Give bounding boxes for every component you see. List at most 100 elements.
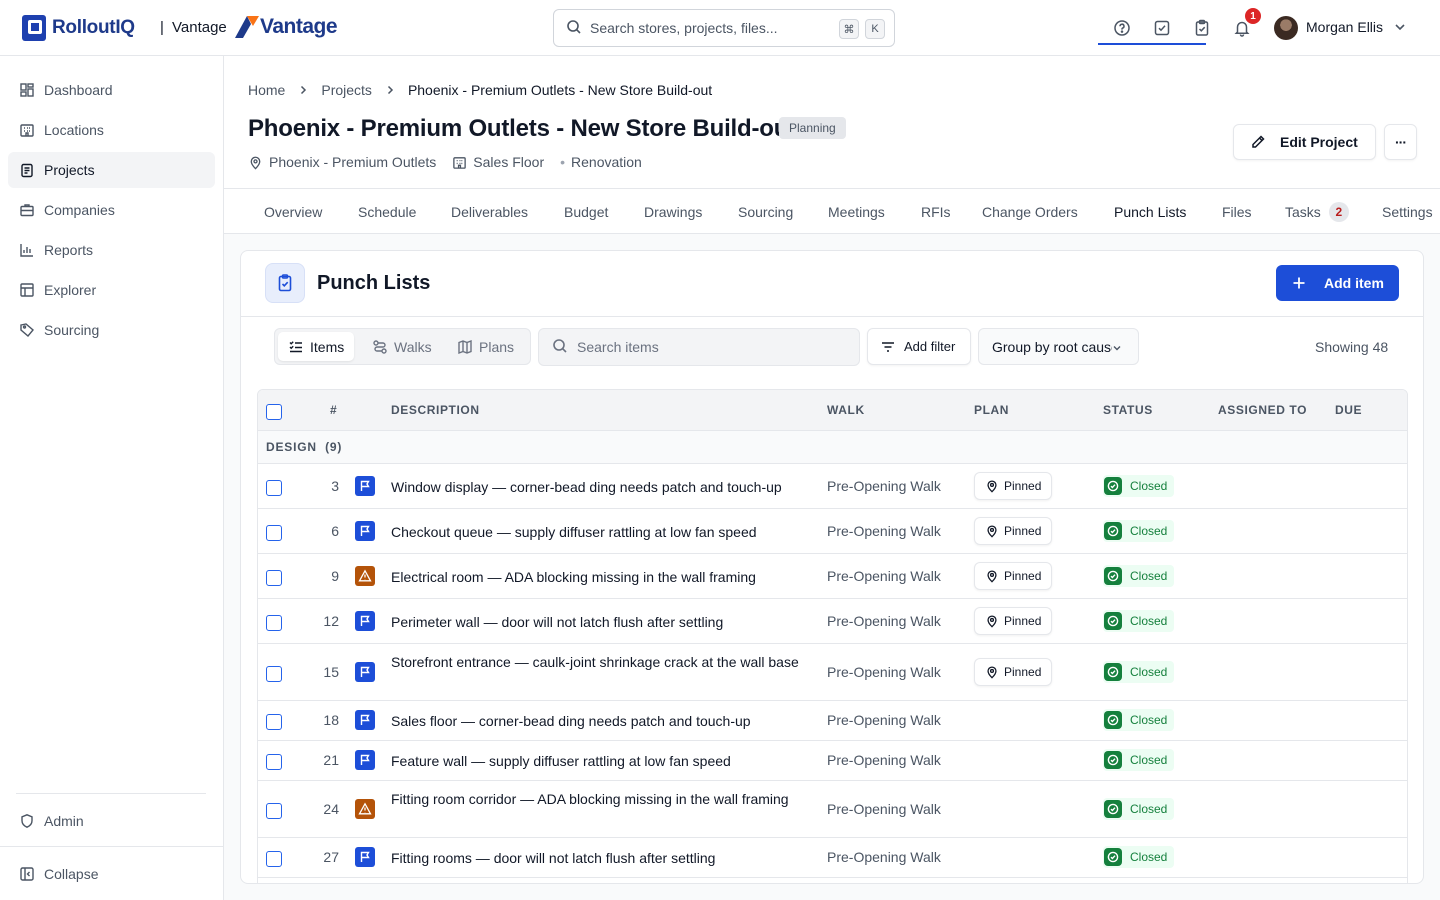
global-search-input[interactable]: Search stores, projects, files... ⌘ K <box>553 9 895 47</box>
tab-punch-lists[interactable]: Punch Lists <box>1114 189 1186 234</box>
brand-logo[interactable]: RolloutIQ <box>22 14 135 42</box>
view-items-button[interactable]: Items <box>278 332 355 361</box>
tab-overview[interactable]: Overview <box>264 189 322 234</box>
table-row[interactable]: 12 Perimeter wall — door will not latch f… <box>258 599 1407 644</box>
tab-rfis[interactable]: RFIs <box>921 189 951 234</box>
row-checkbox[interactable] <box>266 614 282 631</box>
sidebar-item-admin[interactable]: Admin <box>8 803 215 839</box>
avatar[interactable] <box>1274 16 1298 40</box>
table-row[interactable]: 24 Fitting room corridor — ADA blocking m… <box>258 781 1407 838</box>
row-checkbox[interactable] <box>266 802 282 819</box>
search-items-input[interactable]: Search items <box>538 328 860 366</box>
item-description[interactable]: Sales floor — corner-bead ding needs pat… <box>391 711 811 731</box>
item-walk[interactable]: Pre-Opening Walk <box>827 849 941 865</box>
status-badge[interactable]: Closed <box>1103 709 1175 731</box>
row-checkbox[interactable] <box>266 569 282 586</box>
sidebar-item-reports[interactable]: Reports <box>8 232 215 268</box>
column-description[interactable]: DESCRIPTION <box>391 403 480 417</box>
table-row[interactable]: 6 Checkout queue — supply diffuser rattli… <box>258 509 1407 554</box>
plan-pinned-button[interactable]: Pinned <box>974 516 1052 545</box>
item-walk[interactable]: Pre-Opening Walk <box>827 801 941 817</box>
tab-meetings[interactable]: Meetings <box>828 189 885 234</box>
item-walk[interactable]: Pre-Opening Walk <box>827 568 941 584</box>
table-row[interactable]: 18 Sales floor — corner-bead ding needs p… <box>258 701 1407 741</box>
help-icon[interactable] <box>1112 18 1132 38</box>
plan-pinned-button[interactable]: Pinned <box>974 657 1052 686</box>
status-badge[interactable]: Closed <box>1103 660 1175 683</box>
column-assigned-to[interactable]: ASSIGNED TO <box>1218 403 1307 417</box>
tab-change-orders[interactable]: Change Orders <box>982 189 1078 234</box>
group-by-select[interactable]: Group by root cause <box>978 328 1139 365</box>
add-filter-button[interactable]: Add filter <box>867 328 971 365</box>
tab-sourcing[interactable]: Sourcing <box>738 189 793 234</box>
item-description[interactable]: Fitting room corridor — ADA blocking mis… <box>391 789 811 809</box>
item-description[interactable]: Window display — corner-bead ding needs … <box>391 477 811 497</box>
status-badge[interactable]: Closed <box>1103 749 1175 771</box>
sidebar-item-companies[interactable]: Companies <box>8 192 215 228</box>
column-plan[interactable]: PLAN <box>974 403 1009 417</box>
item-walk[interactable]: Pre-Opening Walk <box>827 752 941 768</box>
status-badge[interactable]: Closed <box>1103 609 1175 632</box>
row-checkbox[interactable] <box>266 851 282 867</box>
table-row[interactable]: 21 Feature wall — supply diffuser rattlin… <box>258 741 1407 781</box>
item-description[interactable]: Perimeter wall — door will not latch flu… <box>391 612 811 632</box>
item-walk[interactable]: Pre-Opening Walk <box>827 712 941 728</box>
status-badge[interactable]: Closed <box>1103 474 1175 497</box>
tab-schedule[interactable]: Schedule <box>358 189 416 234</box>
item-description[interactable]: Storefront entrance — caulk-joint shrink… <box>391 652 811 672</box>
status-badge[interactable]: Closed <box>1103 519 1175 542</box>
group-header-design[interactable]: DESIGN (9) <box>258 431 1407 464</box>
column-status[interactable]: STATUS <box>1103 403 1153 417</box>
item-walk[interactable]: Pre-Opening Walk <box>827 478 941 494</box>
checklist-icon[interactable] <box>1152 18 1172 38</box>
plan-pinned-button[interactable]: Pinned <box>974 561 1052 590</box>
plan-pinned-button[interactable]: Pinned <box>974 606 1052 635</box>
column-number[interactable]: # <box>330 403 337 417</box>
row-checkbox[interactable] <box>266 524 282 541</box>
tab-drawings[interactable]: Drawings <box>644 189 702 234</box>
table-row[interactable]: 27 Fitting rooms — door will not latch fl… <box>258 838 1407 878</box>
add-item-button[interactable]: Add item <box>1276 265 1399 301</box>
item-description[interactable]: Checkout queue — supply diffuser rattlin… <box>391 522 811 542</box>
sidebar-item-locations[interactable]: Locations <box>8 112 215 148</box>
user-name[interactable]: Morgan Ellis <box>1306 19 1383 35</box>
item-walk[interactable]: Pre-Opening Walk <box>827 613 941 629</box>
item-description[interactable]: Electrical room — ADA blocking missing i… <box>391 567 811 587</box>
tab-budget[interactable]: Budget <box>564 189 608 234</box>
sidebar-item-projects[interactable]: Projects <box>8 152 215 188</box>
tab-settings[interactable]: Settings <box>1382 189 1433 234</box>
breadcrumb-home[interactable]: Home <box>248 82 285 98</box>
more-actions-button[interactable]: ··· <box>1384 124 1417 160</box>
chevron-down-icon[interactable] <box>1393 20 1407 37</box>
plan-pinned-button[interactable]: Pinned <box>974 471 1052 500</box>
item-walk[interactable]: Pre-Opening Walk <box>827 664 941 680</box>
item-walk[interactable]: Pre-Opening Walk <box>827 523 941 539</box>
clipboard-check-icon[interactable] <box>1192 18 1212 38</box>
status-badge[interactable]: Closed <box>1103 564 1175 587</box>
column-due[interactable]: DUE <box>1335 403 1362 417</box>
table-row[interactable]: 3 Window display — corner-bead ding needs… <box>258 464 1407 509</box>
sidebar-collapse-button[interactable]: Collapse <box>8 856 215 892</box>
sidebar-item-sourcing[interactable]: Sourcing <box>8 312 215 348</box>
column-walk[interactable]: WALK <box>827 403 865 417</box>
row-checkbox[interactable] <box>266 714 282 730</box>
breadcrumb-projects[interactable]: Projects <box>321 82 372 98</box>
row-checkbox[interactable] <box>266 479 282 496</box>
row-checkbox[interactable] <box>266 665 282 682</box>
tab-tasks[interactable]: Tasks 2 <box>1285 189 1349 234</box>
table-row[interactable]: 15 Storefront entrance — caulk-joint shri… <box>258 644 1407 701</box>
row-checkbox[interactable] <box>266 754 282 770</box>
status-badge[interactable]: Closed <box>1103 846 1175 868</box>
status-badge[interactable]: Closed <box>1103 797 1175 820</box>
item-description[interactable]: Fitting rooms — door will not latch flus… <box>391 848 811 868</box>
tab-files[interactable]: Files <box>1222 189 1252 234</box>
select-all-checkbox[interactable] <box>266 404 282 420</box>
view-plans-button[interactable]: Plans <box>447 332 524 361</box>
tab-deliverables[interactable]: Deliverables <box>451 189 528 234</box>
item-description[interactable]: Feature wall — supply diffuser rattling … <box>391 751 811 771</box>
view-walks-button[interactable]: Walks <box>362 332 442 361</box>
sidebar-item-explorer[interactable]: Explorer <box>8 272 215 308</box>
edit-project-button[interactable]: Edit Project <box>1233 124 1376 160</box>
table-row[interactable]: 9 Electrical room — ADA blocking missing … <box>258 554 1407 599</box>
sidebar-item-dashboard[interactable]: Dashboard <box>8 72 215 108</box>
